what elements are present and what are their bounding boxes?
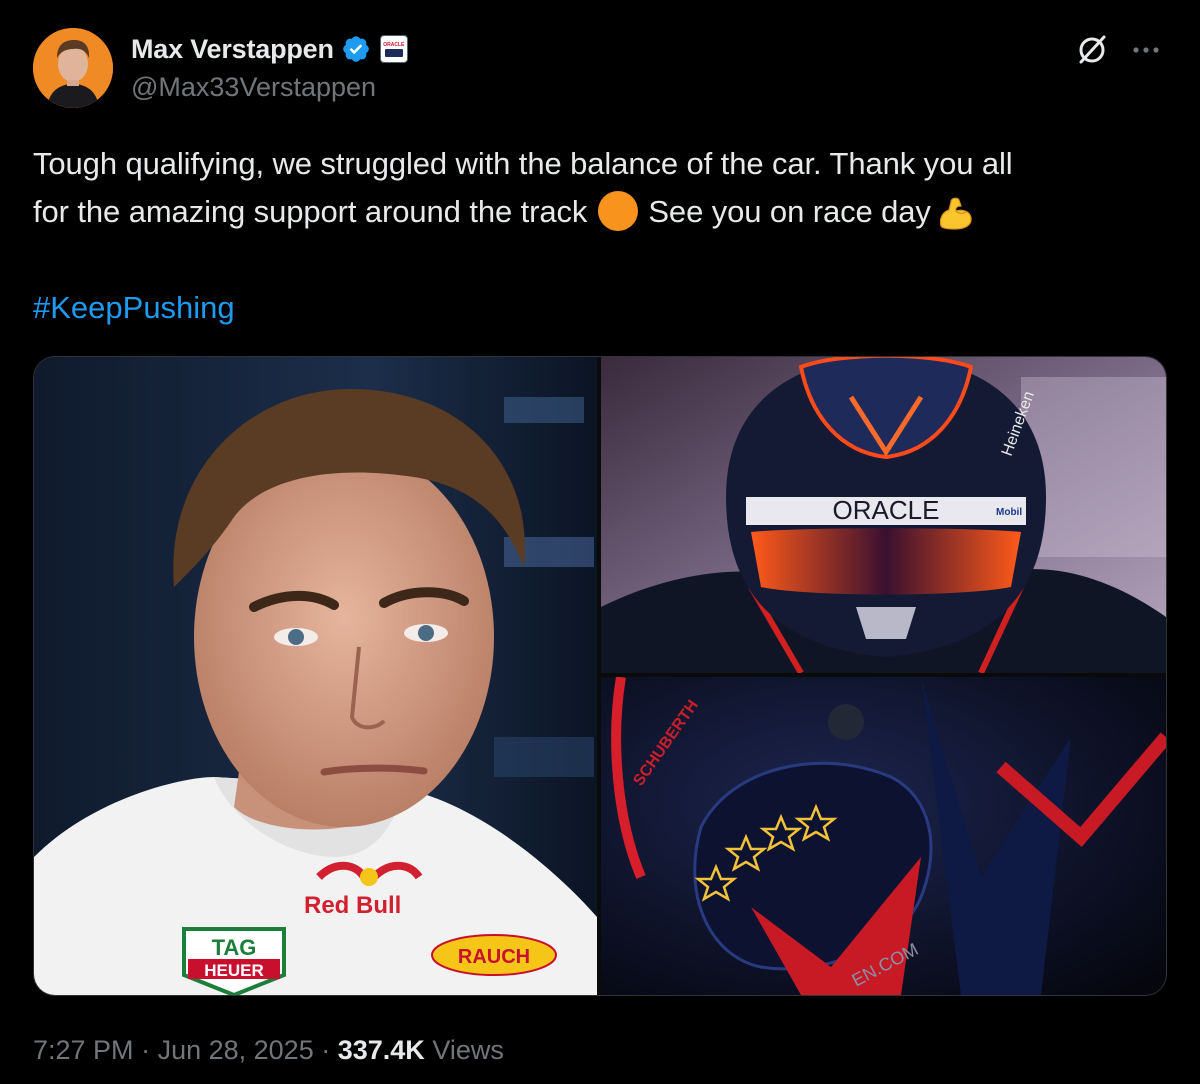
photo-driver-portrait[interactable]: Red Bull TAG HEUER RAUCH	[34, 357, 597, 995]
meta-separator: ·	[321, 1035, 338, 1065]
tweet-time[interactable]: 7:27 PM	[33, 1035, 134, 1065]
helmet-close-up-image: SCHUBERTH EN.COM	[601, 677, 1166, 995]
media-grid: Red Bull TAG HEUER RAUCH ORACLE Mobil He…	[33, 356, 1167, 996]
driver-portrait-image: Red Bull TAG HEUER RAUCH	[34, 357, 597, 995]
verified-badge-icon	[342, 36, 369, 62]
tweet-card: Max Verstappen ORACLE @Max33Verstappen T…	[0, 0, 1200, 1084]
author-name-row: Max Verstappen ORACLE	[131, 31, 408, 67]
tweet-text-part: See you on race day	[648, 194, 931, 229]
helmet-front-image: ORACLE Mobil Heineken	[601, 357, 1166, 673]
mobil-logo: Mobil	[996, 507, 1022, 518]
avatar[interactable]	[33, 28, 113, 108]
display-name[interactable]: Max Verstappen	[131, 34, 334, 65]
views-count: 337.4K	[337, 1035, 425, 1065]
hashtag-link[interactable]: #KeepPushing	[33, 284, 235, 332]
svg-text:TAG: TAG	[212, 935, 257, 960]
affiliation-badge[interactable]: ORACLE	[379, 35, 408, 63]
more-icon[interactable]	[1127, 31, 1165, 69]
views-label: Views	[432, 1035, 504, 1065]
meta-separator: ·	[141, 1035, 158, 1065]
svg-text:HEUER: HEUER	[204, 961, 264, 980]
flexed-biceps-emoji-icon	[939, 197, 972, 230]
grok-icon[interactable]	[1073, 31, 1111, 69]
orange-circle-emoji-icon	[597, 191, 638, 231]
tweet-date[interactable]: Jun 28, 2025	[158, 1035, 314, 1065]
photo-helmet-close-up[interactable]: SCHUBERTH EN.COM	[601, 677, 1166, 995]
svg-text:RAUCH: RAUCH	[458, 946, 530, 968]
tweet-text: Tough qualifying, we struggled with the …	[33, 140, 1168, 236]
tweet-text-part: for the amazing support around the track	[33, 194, 588, 229]
tweet-meta: 7:27 PM · Jun 28, 2025 · 337.4K Views	[33, 1028, 504, 1072]
photo-helmet-front[interactable]: ORACLE Mobil Heineken	[601, 357, 1166, 673]
tweet-text-line-1: Tough qualifying, we struggled with the …	[33, 146, 1013, 181]
tweet-text-line-2: for the amazing support around the track…	[33, 188, 1168, 236]
rauch-logo: RAUCH	[431, 934, 557, 976]
author-handle[interactable]: @Max33Verstappen	[131, 72, 376, 103]
oracle-logo: ORACLE	[833, 495, 940, 525]
svg-text:Red Bull: Red Bull	[304, 892, 401, 919]
affiliation-badge-bar	[384, 48, 403, 57]
affiliation-badge-label: ORACLE	[383, 41, 405, 48]
avatar-image	[33, 28, 113, 108]
